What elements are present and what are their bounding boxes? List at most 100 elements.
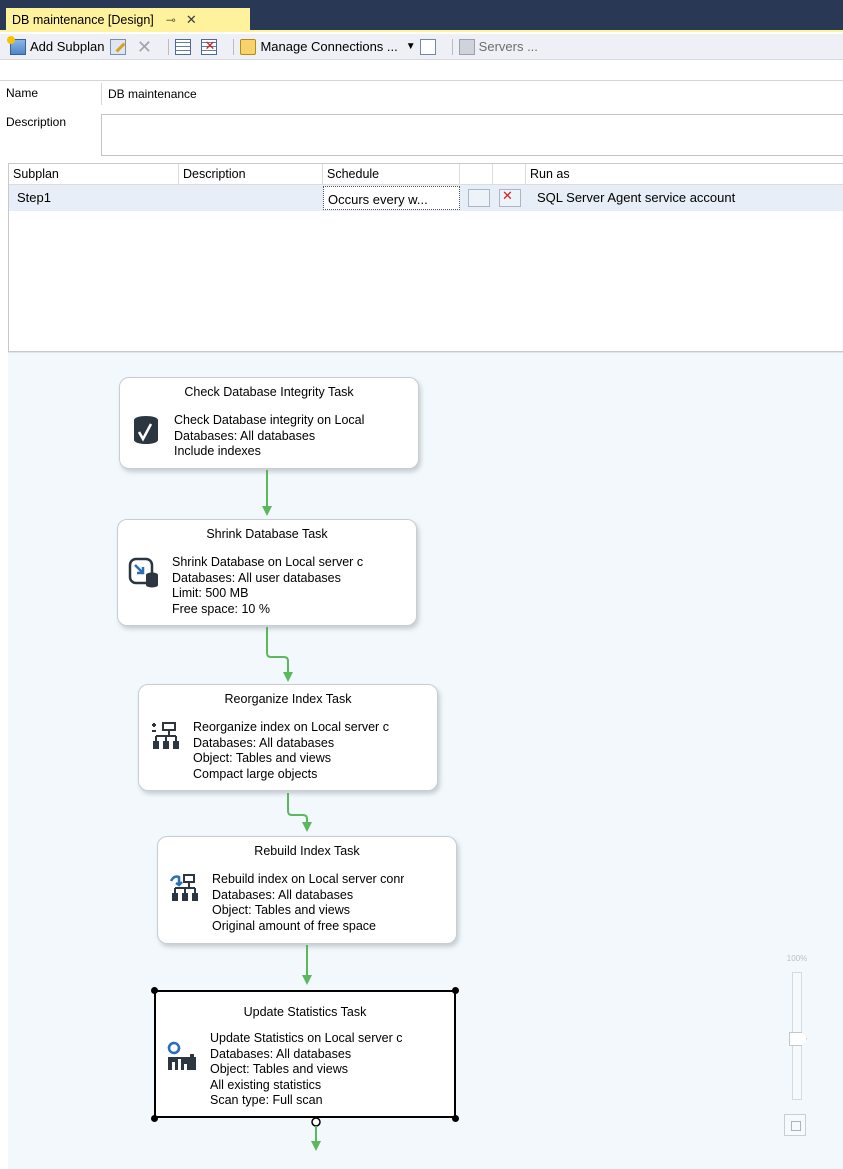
task-detail-line: Databases: All user databases: [172, 570, 341, 585]
resize-handle[interactable]: [452, 1115, 459, 1122]
chevron-down-icon[interactable]: ▼: [406, 41, 416, 52]
tab-title: DB maintenance [Design]: [12, 13, 154, 27]
designer-surface[interactable]: Check Database Integrity Task Check Data…: [8, 352, 843, 1169]
calendar-icon[interactable]: [468, 189, 490, 207]
column-header-run-as[interactable]: Run as: [526, 164, 843, 185]
name-field[interactable]: DB maintenance: [101, 83, 843, 105]
remove-schedule-button[interactable]: [201, 38, 221, 55]
task-detail-line: Limit: 500 MB: [172, 586, 249, 600]
rebuild-index-icon: [169, 874, 198, 901]
database-check-icon: [134, 416, 158, 444]
resize-handle[interactable]: [151, 1115, 158, 1122]
table-row[interactable]: Step1 Occurs every w... SQL Server Agent…: [9, 185, 843, 211]
zoom-to-fit-icon[interactable]: [784, 1114, 806, 1136]
calendar-remove-icon[interactable]: [499, 188, 521, 207]
description-cell[interactable]: [179, 185, 323, 211]
task-shrink-database[interactable]: Shrink Database Task Shrink Database on …: [117, 519, 417, 626]
task-title: Rebuild Index Task: [254, 844, 360, 858]
task-detail-line: Shrink Database on Local server c: [172, 555, 364, 569]
description-row: Description: [0, 109, 843, 159]
task-detail-line: Update Statistics on Local server c: [210, 1031, 403, 1045]
calendar-icon: [175, 38, 192, 55]
name-label: Name: [6, 86, 39, 100]
resize-handle[interactable]: [452, 987, 459, 994]
manage-connections-label: Manage Connections ...: [260, 39, 398, 54]
servers-button[interactable]: Servers ...: [458, 38, 538, 55]
column-header-blank: [460, 164, 493, 185]
toolbar-separator: [233, 38, 235, 55]
edit-properties-icon: [110, 38, 127, 55]
task-rebuild-index[interactable]: Rebuild Index Task Rebuild index on Loca…: [157, 836, 457, 944]
connections-icon: [240, 38, 257, 55]
task-title: Reorganize Index Task: [224, 692, 352, 706]
task-details: Reorganize index on Local server c Datab…: [193, 720, 389, 782]
calendar-remove-icon: [201, 38, 218, 55]
close-icon[interactable]: ✕: [186, 12, 197, 28]
resize-handle[interactable]: [151, 987, 158, 994]
edit-subplan-button[interactable]: [110, 38, 130, 55]
task-detail-line: Include indexes: [174, 444, 261, 458]
task-detail-line: Object: Tables and views: [210, 1062, 349, 1076]
servers-icon: [458, 38, 475, 55]
task-detail-line: Databases: All databases: [212, 887, 354, 902]
column-header-blank: [493, 164, 526, 185]
reorganize-index-icon: [152, 722, 179, 749]
task-details: Rebuild index on Local server conr Datab…: [212, 872, 404, 934]
task-check-database-integrity[interactable]: Check Database Integrity Task Check Data…: [119, 377, 419, 469]
manage-connections-button[interactable]: Manage Connections ...: [240, 38, 398, 55]
zoom-control: 100%: [776, 950, 818, 1169]
task-detail-line: Databases: All databases: [193, 735, 335, 750]
task-detail-line: Databases: All databases: [174, 428, 316, 443]
task-detail-line: Original amount of free space: [212, 918, 376, 933]
task-detail-line: Free space: 10 %: [172, 601, 270, 616]
designer-toolbar: Add Subplan ✕ Manage Connections ... ▼ S…: [0, 34, 843, 60]
plan-properties: Name DB maintenance Description: [0, 80, 843, 160]
task-details: Shrink Database on Local server c Databa…: [172, 555, 363, 617]
task-detail-line: Check Database integrity on Local: [174, 413, 365, 427]
toolbar-separator: [168, 38, 170, 55]
name-row: Name DB maintenance: [0, 80, 843, 105]
zoom-level-label: 100%: [786, 954, 808, 963]
reporting-button[interactable]: [419, 38, 440, 55]
toolbar-separator: [451, 38, 453, 55]
task-details: Check Database integrity on Local Databa…: [174, 413, 364, 460]
add-subplan-button[interactable]: Add Subplan: [7, 35, 105, 55]
connector-arrow: [287, 793, 312, 832]
schedule-button[interactable]: [175, 38, 195, 55]
report-icon: [419, 38, 436, 55]
subplan-grid: Subplan Description Schedule Run as Step…: [8, 163, 843, 352]
task-detail-line: Reorganize index on Local server c: [193, 720, 389, 734]
task-detail-line: Databases: All databases: [210, 1046, 352, 1061]
task-update-statistics[interactable]: Update Statistics Task Update Statistics…: [154, 990, 456, 1118]
servers-label: Servers ...: [478, 39, 538, 54]
task-title: Shrink Database Task: [206, 527, 328, 541]
update-statistics-icon: [167, 1041, 196, 1070]
column-header-subplan[interactable]: Subplan: [9, 164, 179, 185]
column-header-description[interactable]: Description: [179, 164, 323, 185]
task-detail-line: Rebuild index on Local server conr: [212, 872, 405, 886]
task-detail-line: All existing statistics: [210, 1077, 322, 1092]
task-detail-line: Compact large objects: [193, 766, 318, 781]
description-label: Description: [6, 115, 67, 129]
delete-icon: ✕: [136, 36, 152, 57]
column-header-schedule[interactable]: Schedule: [323, 164, 460, 185]
connector-arrow: [266, 627, 293, 682]
task-detail-line: Object: Tables and views: [193, 751, 332, 765]
tab-db-maintenance-design[interactable]: DB maintenance [Design] ⊸ ✕: [6, 8, 250, 32]
pin-icon[interactable]: ⊸: [166, 13, 176, 27]
description-field[interactable]: [101, 114, 843, 156]
add-subplan-label: Add Subplan: [30, 39, 105, 54]
task-title: Update Statistics Task: [243, 1005, 367, 1019]
task-reorganize-index[interactable]: Reorganize Index Task Reorganize index o…: [138, 684, 438, 791]
connector-anchor: [311, 1117, 321, 1127]
delete-subplan-button[interactable]: ✕: [136, 36, 156, 57]
run-as-cell[interactable]: SQL Server Agent service account: [533, 185, 843, 211]
task-details: Update Statistics on Local server c Data…: [210, 1031, 402, 1109]
task-detail-line: Scan type: Full scan: [210, 1093, 323, 1107]
zoom-slider-thumb[interactable]: [789, 1032, 807, 1046]
document-tab-strip: DB maintenance [Design] ⊸ ✕: [0, 0, 843, 32]
task-title: Check Database Integrity Task: [184, 385, 354, 399]
subplan-cell[interactable]: Step1: [13, 185, 179, 211]
schedule-cell[interactable]: Occurs every w...: [323, 186, 460, 210]
add-subplan-icon: [7, 35, 26, 55]
